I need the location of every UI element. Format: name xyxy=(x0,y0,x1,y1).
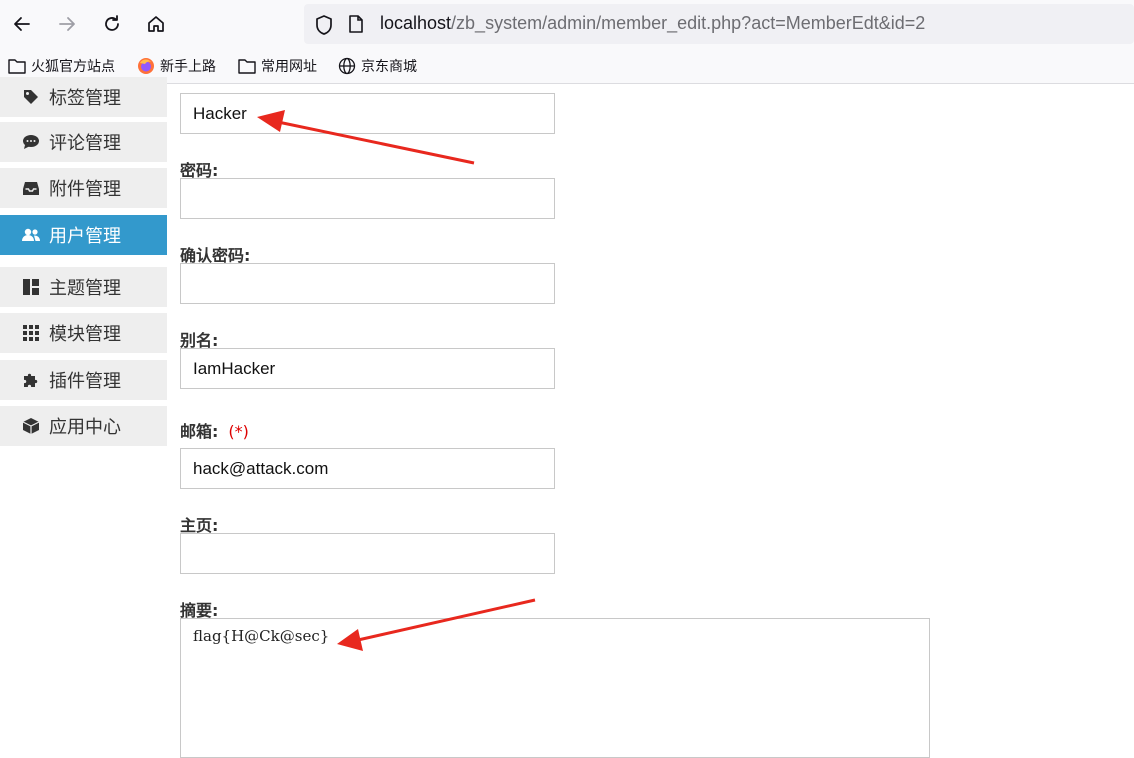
url-text: localhost/zb_system/admin/member_edit.ph… xyxy=(380,13,925,34)
password-field[interactable] xyxy=(180,178,555,219)
forward-arrow-icon xyxy=(59,17,75,31)
grid-icon xyxy=(21,323,41,343)
tag-icon xyxy=(21,87,41,107)
bookmark-item[interactable]: 京东商城 xyxy=(338,56,417,76)
back-button[interactable] xyxy=(6,8,38,40)
folder-icon xyxy=(8,58,26,74)
intro-textarea[interactable]: flag{H@Ck@sec} xyxy=(180,618,930,758)
reload-button[interactable] xyxy=(96,8,128,40)
comment-icon xyxy=(21,132,41,152)
sidebar-item-label: 用户管理 xyxy=(49,226,121,247)
page-icon xyxy=(349,15,363,33)
sidebar-item-users[interactable]: 用户管理 xyxy=(0,215,167,255)
bookmark-item[interactable]: 新手上路 xyxy=(137,56,216,76)
home-icon xyxy=(148,16,164,32)
folder-icon xyxy=(238,58,256,74)
users-icon xyxy=(21,225,41,245)
sidebar-item-themes[interactable]: 主题管理 xyxy=(0,267,167,307)
sidebar-item-label: 插件管理 xyxy=(49,371,121,392)
required-marker: (*) xyxy=(228,422,249,441)
bookmark-item[interactable]: 火狐官方站点 xyxy=(8,56,115,76)
url-host: localhost xyxy=(380,13,452,33)
bookmark-label: 京东商城 xyxy=(361,58,417,74)
confirm-password-field[interactable] xyxy=(180,263,555,304)
email-label: 邮箱: (*) xyxy=(180,418,249,442)
sidebar-item-label: 应用中心 xyxy=(49,417,121,438)
bookmark-label: 火狐官方站点 xyxy=(31,58,115,74)
home-button[interactable] xyxy=(140,8,172,40)
forward-button[interactable] xyxy=(51,8,83,40)
back-arrow-icon xyxy=(14,17,30,31)
layout-icon xyxy=(21,277,41,297)
sidebar-item-label: 主题管理 xyxy=(49,278,121,299)
sidebar-item-label: 评论管理 xyxy=(49,133,121,154)
bookmark-item[interactable]: 常用网址 xyxy=(238,56,317,76)
url-path: /zb_system/admin/member_edit.php?act=Mem… xyxy=(451,13,926,33)
sidebar-item-plugins[interactable]: 插件管理 xyxy=(0,360,167,400)
reload-icon xyxy=(105,15,119,31)
bookmark-label: 常用网址 xyxy=(261,58,317,74)
sidebar-item-attachments[interactable]: 附件管理 xyxy=(0,168,167,208)
firefox-icon xyxy=(137,57,155,75)
bookmark-label: 新手上路 xyxy=(160,58,216,74)
cube-icon xyxy=(21,416,41,436)
puzzle-icon xyxy=(21,370,41,390)
username-field[interactable]: Hacker xyxy=(180,93,555,134)
email-field[interactable]: hack@attack.com xyxy=(180,448,555,489)
sidebar-item-modules[interactable]: 模块管理 xyxy=(0,313,167,353)
bookmarks-bar: 火狐官方站点 新手上路 常用网址 京东商城 xyxy=(0,48,1134,84)
sidebar-item-app-center[interactable]: 应用中心 xyxy=(0,406,167,446)
sidebar-item-label: 标签管理 xyxy=(49,88,121,109)
sidebar-item-label: 附件管理 xyxy=(49,179,121,200)
shield-icon xyxy=(316,15,332,35)
inbox-icon xyxy=(21,178,41,198)
alias-field[interactable]: IamHacker xyxy=(180,348,555,389)
email-label-text: 邮箱: xyxy=(180,422,219,441)
globe-icon xyxy=(338,57,356,75)
sidebar-item-comments[interactable]: 评论管理 xyxy=(0,122,167,162)
sidebar-item-tags[interactable]: 标签管理 xyxy=(0,77,167,117)
browser-toolbar: localhost/zb_system/admin/member_edit.ph… xyxy=(0,0,1134,48)
homepage-field[interactable] xyxy=(180,533,555,574)
url-bar[interactable]: localhost/zb_system/admin/member_edit.ph… xyxy=(304,4,1134,44)
sidebar-item-label: 模块管理 xyxy=(49,324,121,345)
